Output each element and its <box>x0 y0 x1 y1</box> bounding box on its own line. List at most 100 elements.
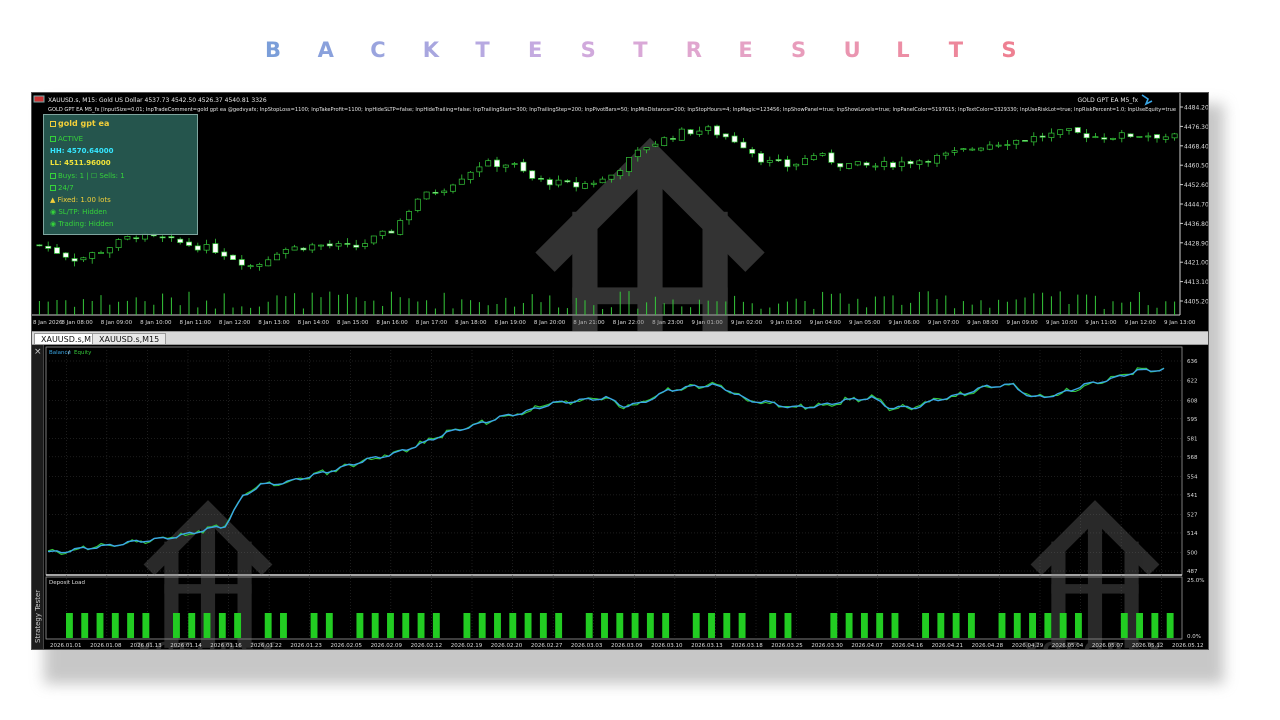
price-tick-label: 4428.90 <box>1184 240 1209 247</box>
candle-body <box>221 251 228 257</box>
deposit-load-bar <box>555 613 563 638</box>
ea-panel-status-text: ACTIVE <box>58 135 84 143</box>
tab-xauusd-m15[interactable]: XAUUSD.s,M15 <box>92 333 167 345</box>
price-tick-label: 4460.50 <box>1184 163 1209 170</box>
balance-equity-chart[interactable]: 636622608595581568554541527514500487Bala… <box>44 345 1209 650</box>
price-tick-label: 4452.60 <box>1184 182 1209 189</box>
checkbox-icon <box>50 184 56 191</box>
deposit-load-bar <box>723 613 731 638</box>
time-tick-label: 8 Jan 16:00 <box>376 320 408 326</box>
deposit-load-bar <box>967 613 975 638</box>
deposit-load-bar <box>891 613 899 638</box>
deposit-load-bar <box>1120 613 1128 638</box>
strategy-tester-panel: × Strategy Tester 636 622 608 595 581 568 554 5… <box>32 345 1209 650</box>
candle-body <box>1066 128 1072 131</box>
candle-body <box>828 152 835 163</box>
candle-body <box>802 158 808 166</box>
deposit-load-bar <box>738 613 746 638</box>
time-tick-label: 8 Jan 15:00 <box>337 320 369 326</box>
page-title: BACKTESTRESULTS <box>0 38 1280 68</box>
candle-body <box>608 174 615 180</box>
deposit-load-bar <box>142 613 150 638</box>
candle-body <box>634 149 641 157</box>
checkbox-icon <box>50 136 56 142</box>
deposit-load-bar <box>173 613 180 638</box>
candle-body <box>1074 127 1081 133</box>
date-tick-label: 2026.01.14 <box>170 643 202 649</box>
deposit-load-bar <box>463 613 471 638</box>
candle-body <box>934 154 940 164</box>
deposit-load-bar <box>218 613 226 638</box>
date-tick-label: 2026.05.07 <box>1092 643 1124 649</box>
deposit-load-title: Deposit Load <box>49 580 85 586</box>
candle-body <box>115 239 122 249</box>
ea-panel-lots-text: Fixed: 1.00 lots <box>57 195 111 204</box>
deposit-load-bar <box>1166 613 1174 638</box>
deposit-load-bar <box>1151 613 1159 638</box>
date-tick-label: 2026.02.05 <box>331 643 363 649</box>
date-tick-label: 2026.01.08 <box>90 643 122 649</box>
price-candlestick-chart[interactable]: 4484.20 4476.30 4468.40 4460.50 4452.60 4444.… <box>32 93 1209 331</box>
deposit-load-bar <box>937 613 945 638</box>
deposit-load-bar <box>387 613 394 638</box>
candle-body <box>881 161 888 167</box>
deposit-load-bar <box>310 613 318 638</box>
deposit-y-label: 0.0% <box>1187 634 1201 640</box>
logo-bar-icon <box>572 287 728 305</box>
date-tick-label: 2026.05.04 <box>1052 643 1084 649</box>
candle-body <box>414 198 421 211</box>
candle-body <box>1039 135 1046 138</box>
deposit-load-bar <box>127 613 135 638</box>
ea-inputs-line: GOLD GPT EA M5_fx [InputSize=0.01; InpTr… <box>48 107 1177 113</box>
candle-body <box>36 244 43 247</box>
date-tick-label: 2026.02.27 <box>531 643 563 649</box>
candle-body <box>194 245 201 251</box>
candle-body <box>573 181 580 188</box>
candle-body <box>652 143 659 147</box>
time-tick-label: 9 Jan 07:00 <box>928 320 960 326</box>
candle-body <box>71 258 78 262</box>
candle-body <box>555 179 562 186</box>
deposit-load-bar <box>96 613 104 638</box>
candle-body <box>1118 132 1125 139</box>
candle-body <box>810 155 817 160</box>
deposit-load-bar <box>631 613 639 638</box>
candle-body <box>344 243 351 245</box>
date-tick-label: 2026.02.19 <box>451 643 483 649</box>
close-icon[interactable]: × <box>34 347 42 357</box>
time-tick-label: 8 Jan 11:00 <box>180 320 212 326</box>
balance-y-label: 527 <box>1187 513 1198 519</box>
tester-background <box>44 345 1208 649</box>
candle <box>1022 140 1028 142</box>
deposit-load-bar <box>585 613 593 638</box>
deposit-load-bar <box>845 613 853 638</box>
candle-body <box>969 148 976 151</box>
candle-body <box>564 180 571 183</box>
candle-body <box>643 147 650 151</box>
candle <box>678 127 685 141</box>
candle-body <box>423 191 430 200</box>
balance-y-label: 487 <box>1187 569 1198 575</box>
time-tick-label: 8 Jan 14:00 <box>298 320 330 326</box>
candle-body <box>731 135 738 143</box>
time-tick-label: 8 Jan 2026 <box>33 320 63 326</box>
candle-body <box>203 244 210 251</box>
candle-body <box>995 144 1002 147</box>
date-tick-label: 2026.04.29 <box>1012 643 1044 649</box>
time-tick-label: 9 Jan 08:00 <box>967 320 999 326</box>
ea-panel-trading-text: Trading: Hidden <box>58 220 114 229</box>
candle-body <box>538 178 544 180</box>
candle-body <box>714 125 720 136</box>
deposit-load-bar <box>662 613 670 638</box>
date-tick-label: 2026.02.09 <box>371 643 403 649</box>
candle <box>423 191 430 200</box>
deposit-load-bar <box>784 613 792 638</box>
candle-body <box>1171 133 1178 139</box>
candle-body <box>529 170 536 179</box>
candle-body <box>696 130 703 135</box>
time-tick-label: 8 Jan 09:00 <box>101 320 133 326</box>
time-tick-label: 9 Jan 02:00 <box>731 320 763 326</box>
date-tick-label: 2026.03.10 <box>651 643 683 649</box>
title-letter: T <box>475 38 490 62</box>
time-tick-label: 8 Jan 08:00 <box>61 320 93 326</box>
